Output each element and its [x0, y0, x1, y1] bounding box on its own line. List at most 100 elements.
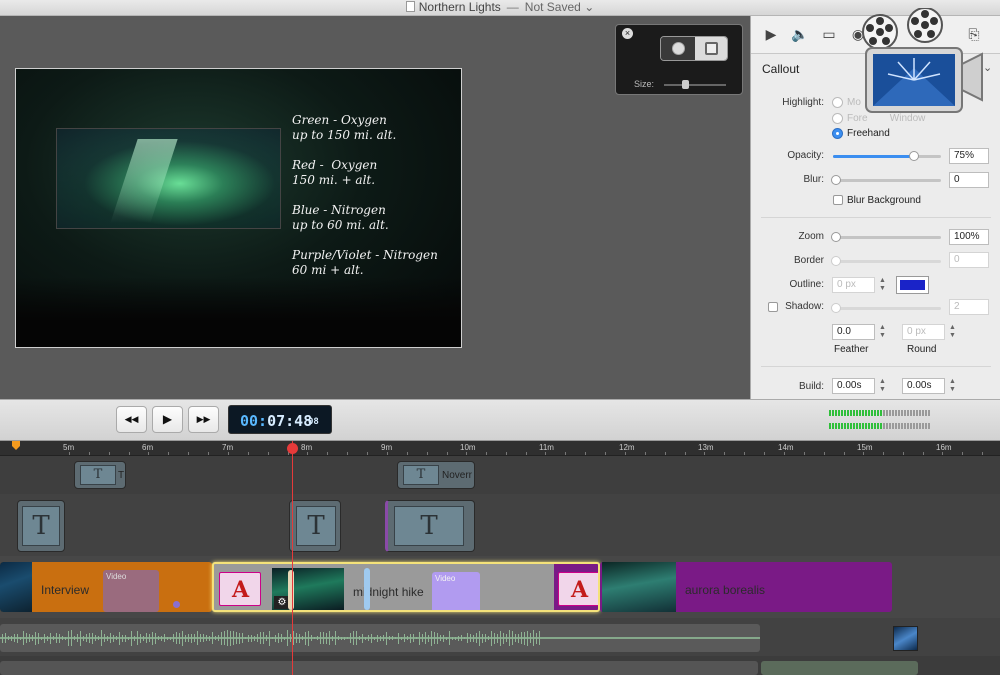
- transition-icon[interactable]: [219, 572, 261, 606]
- title-clip[interactable]: T Noverr: [397, 461, 475, 489]
- bottom-track-clip[interactable]: [0, 661, 758, 675]
- waveform-bar: [464, 637, 465, 639]
- blur-slider-knob[interactable]: [831, 175, 841, 185]
- audio-clip-thumbnail[interactable]: [893, 626, 918, 651]
- meter-segment: [919, 423, 921, 429]
- audio-tab-icon[interactable]: 🔈: [791, 25, 809, 43]
- waveform-bar: [401, 636, 402, 640]
- fast-forward-button[interactable]: ▶▶: [188, 406, 219, 433]
- blur-field[interactable]: 0: [949, 172, 989, 188]
- highlight-radio-window[interactable]: [832, 113, 843, 124]
- round-field[interactable]: 0 px: [902, 324, 945, 340]
- save-state[interactable]: Not Saved: [525, 0, 581, 14]
- meter-segment: [898, 410, 900, 416]
- build-out-field[interactable]: 0.00s: [902, 378, 945, 394]
- waveform-bar: [239, 632, 240, 644]
- timeline[interactable]: T T T Noverr T T T Interview Video ⚙ mid…: [0, 456, 1000, 675]
- highlight-radio-mouse[interactable]: [832, 97, 843, 108]
- zoom-slider-track[interactable]: [833, 236, 941, 239]
- zoom-slider-knob[interactable]: [831, 232, 841, 242]
- blur-slider-track[interactable]: [833, 179, 941, 182]
- meter-segment: [904, 423, 906, 429]
- close-icon[interactable]: ×: [622, 28, 633, 39]
- waveform-bar: [296, 633, 297, 643]
- canvas-preview[interactable]: Green - Oxygen up to 150 mi. alt. Red - …: [15, 68, 462, 348]
- transition-icon[interactable]: [558, 572, 598, 606]
- video-chip[interactable]: Video: [103, 570, 159, 612]
- playhead-icon[interactable]: [287, 443, 298, 454]
- waveform-bar: [62, 636, 63, 640]
- timeline-ruler[interactable]: 5m 6m 7m 8m 9m 10m 11m 12m 13m 14m 15m 16m: [0, 441, 1000, 456]
- outline-field[interactable]: 0 px: [832, 277, 875, 293]
- start-marker-icon[interactable]: [12, 441, 20, 450]
- title-clip[interactable]: T T: [74, 461, 126, 489]
- waveform-bar: [359, 636, 360, 640]
- waveform-bar: [308, 630, 309, 646]
- canvas-area[interactable]: Green - Oxygen up to 150 mi. alt. Red - …: [0, 16, 750, 399]
- waveform-bar: [461, 635, 462, 641]
- ruler-tick: [526, 452, 527, 455]
- border-slider-knob[interactable]: [831, 256, 841, 266]
- title-clip[interactable]: T: [385, 500, 475, 552]
- feather-field[interactable]: 0.0: [832, 324, 875, 340]
- size-slider-knob[interactable]: [682, 80, 689, 89]
- opacity-slider-knob[interactable]: [909, 151, 919, 161]
- shadow-slider-knob[interactable]: [831, 303, 841, 313]
- meter-segment: [880, 423, 882, 429]
- aurora-borealis-clip[interactable]: aurora borealis: [600, 562, 892, 612]
- ruler-tick-label: 9m: [381, 443, 393, 452]
- screen-tab-icon[interactable]: ▭: [820, 25, 838, 43]
- circle-shape-option[interactable]: [661, 37, 695, 60]
- build-label: Build:: [798, 381, 824, 392]
- overlay-text[interactable]: Green - Oxygen up to 150 mi. alt. Red - …: [292, 113, 438, 293]
- opacity-field[interactable]: 75%: [949, 148, 989, 164]
- meter-segment: [862, 410, 864, 416]
- blur-background-checkbox[interactable]: [833, 195, 843, 205]
- waveform-bar: [335, 631, 336, 645]
- waveform-bar: [224, 631, 225, 645]
- play-button[interactable]: ▶: [152, 406, 183, 433]
- border-slider-track[interactable]: [833, 260, 941, 263]
- video-tab-icon[interactable]: ▶: [762, 25, 780, 43]
- playhead-line[interactable]: [292, 441, 293, 675]
- round-stepper[interactable]: ▲ ▼: [948, 324, 957, 340]
- waveform-bar: [128, 636, 129, 640]
- title-clip[interactable]: T: [289, 500, 341, 552]
- midnight-hike-clip[interactable]: ⚙ midnight hike Video: [212, 562, 600, 612]
- highlight-radio-freehand[interactable]: [832, 128, 843, 139]
- marker-pin-icon[interactable]: [173, 601, 180, 608]
- waveform-bar: [182, 630, 183, 646]
- shadow-field[interactable]: 2: [949, 299, 989, 315]
- overlay-line-green: Green - Oxygen up to 150 mi. alt.: [292, 113, 397, 142]
- zoom-field[interactable]: 100%: [949, 229, 989, 245]
- interview-clip[interactable]: Interview Video: [0, 562, 212, 612]
- marker-handle[interactable]: [364, 568, 370, 610]
- callout-handle[interactable]: [288, 570, 294, 610]
- meter-segment: [877, 423, 879, 429]
- waveform-bar: [515, 634, 516, 642]
- audio-waveform-track[interactable]: [0, 624, 760, 652]
- shadow-slider-track[interactable]: [833, 307, 941, 310]
- build-in-stepper[interactable]: ▲ ▼: [878, 378, 887, 394]
- save-state-chevron-icon[interactable]: ⌄: [584, 0, 594, 14]
- rewind-button[interactable]: ◀◀: [116, 406, 147, 433]
- aurora-image-callout[interactable]: [56, 128, 281, 229]
- border-field[interactable]: 0: [949, 252, 989, 268]
- build-in-field[interactable]: 0.00s: [832, 378, 875, 394]
- waveform-bar: [107, 635, 108, 641]
- waveform-bar: [167, 636, 168, 640]
- feather-stepper[interactable]: ▲ ▼: [878, 324, 887, 340]
- outline-stepper[interactable]: ▲ ▼: [878, 277, 887, 293]
- meter-segment: [844, 423, 846, 429]
- size-label: Size:: [634, 79, 655, 89]
- size-slider-track[interactable]: [664, 84, 726, 86]
- rectangle-shape-option[interactable]: [695, 37, 727, 60]
- meter-segment: [925, 410, 927, 416]
- video-chip[interactable]: Video: [432, 572, 480, 610]
- waveform-bar: [179, 632, 180, 644]
- build-out-stepper[interactable]: ▲ ▼: [948, 378, 957, 394]
- bottom-track-clip[interactable]: [761, 661, 918, 675]
- outline-color-swatch[interactable]: [896, 276, 929, 294]
- title-clip[interactable]: T: [17, 500, 65, 552]
- overlay-line-red: Red - Oxygen 150 mi. + alt.: [292, 158, 378, 187]
